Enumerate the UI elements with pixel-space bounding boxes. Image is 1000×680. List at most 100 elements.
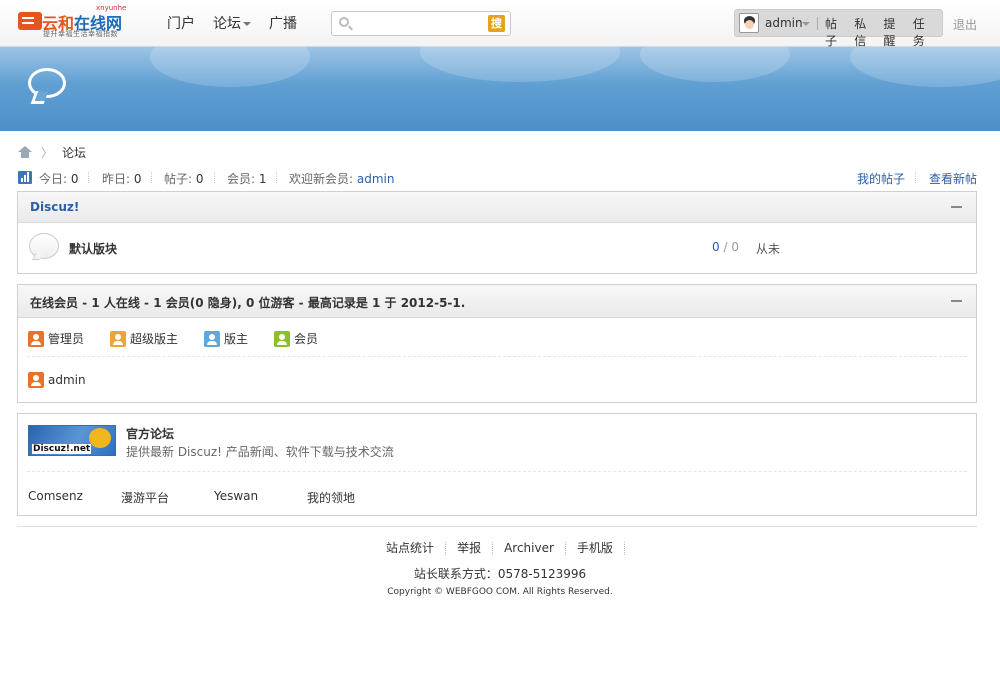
online-members-box: 在线会员 - 1 人在线 - 1 会员(0 隐身), 0 位游客 - 最高记录是… <box>17 284 977 403</box>
footer-link-archiver[interactable]: Archiver <box>504 541 554 555</box>
legend-member: 会员 <box>274 330 318 347</box>
legend-moderator-label: 版主 <box>224 332 249 346</box>
collapse-icon[interactable] <box>951 300 962 302</box>
link-comsenz[interactable]: Comsenz <box>28 489 83 503</box>
stat-today-value: 0 <box>70 172 79 186</box>
user-icon <box>28 330 44 347</box>
forum-category-box: Discuz! 默认版块 0 / 0 从未 <box>17 191 977 274</box>
avatar[interactable] <box>739 13 759 33</box>
main-nav: 门户 论坛 广播 <box>160 0 308 47</box>
logo-mark-icon <box>18 12 42 30</box>
footer-link-item-stats: 站点统计 <box>375 541 447 555</box>
divider <box>88 172 89 183</box>
legend-member-label: 会员 <box>294 332 319 346</box>
online-title[interactable]: 在线会员 - 1 人在线 - 1 会员(0 隐身), 0 位游客 - 最高记录是… <box>30 294 465 311</box>
legend-super-moderator-label: 超级版主 <box>130 332 179 346</box>
user-group-legend: 管理员 超级版主 版主 会员 <box>27 318 967 357</box>
nav-item-forum[interactable]: 论坛 <box>206 0 258 47</box>
link-list: Comsenz 漫游平台 Yeswan 我的领地 <box>27 472 967 515</box>
footer-link-stats[interactable]: 站点统计 <box>386 541 434 555</box>
link-my-territory[interactable]: 我的领地 <box>307 489 355 506</box>
chevron-down-icon <box>243 22 251 26</box>
stat-today: 今日: 0 <box>39 170 79 187</box>
stat-newest-label: 欢迎新会员: <box>289 172 357 186</box>
divider <box>915 172 916 183</box>
user-link-posts[interactable]: 帖子 <box>825 15 848 49</box>
nav-item-forum-label: 论坛 <box>213 16 241 32</box>
nav-item-portal[interactable]: 门户 <box>160 0 202 47</box>
my-posts-link[interactable]: 我的帖子 <box>857 170 905 187</box>
user-link-messages[interactable]: 私信 <box>854 15 877 49</box>
search-input[interactable] <box>356 15 481 32</box>
legend-super-moderator: 超级版主 <box>110 330 178 347</box>
logo-sun-icon <box>89 428 111 448</box>
footer-link-item-archiver: Archiver <box>493 542 566 555</box>
logo-slogan: 提升幸福生活幸福指数 <box>43 30 118 38</box>
breadcrumb: 〉 论坛 <box>18 144 86 160</box>
header-banner <box>0 47 1000 131</box>
category-header: Discuz! <box>18 192 976 223</box>
breadcrumb-current[interactable]: 论坛 <box>62 144 86 161</box>
user-link-tasks[interactable]: 任务 <box>913 15 936 49</box>
legend-moderator: 版主 <box>204 330 248 347</box>
divider <box>276 172 277 183</box>
user-links: 帖子 私信 提醒 任务 <box>825 15 942 49</box>
nav-item-broadcast[interactable]: 广播 <box>262 0 304 47</box>
online-user[interactable]: admin <box>28 372 86 388</box>
stat-posts-label: 帖子: <box>164 172 196 186</box>
banner-cloud <box>640 47 790 82</box>
online-header: 在线会员 - 1 人在线 - 1 会员(0 隐身), 0 位游客 - 最高记录是… <box>18 285 976 318</box>
forum-last-post: 从未 <box>756 242 781 256</box>
featured-link-title[interactable]: 官方论坛 <box>126 425 174 442</box>
footer-links: 站点统计 举报 Archiver 手机版 <box>0 541 1000 555</box>
forum-post-count: 0 <box>731 240 739 254</box>
featured-link: Discuz!.net 官方论坛 提供最新 Discuz! 产品新闻、软件下载与… <box>27 414 967 472</box>
forum-name-link[interactable]: 默认版块 <box>69 240 117 257</box>
banner-cloud <box>420 47 620 82</box>
chevron-down-icon[interactable] <box>802 22 810 26</box>
link-manyou[interactable]: 漫游平台 <box>121 489 169 506</box>
discuz-logo-image[interactable]: Discuz!.net <box>28 425 116 456</box>
stat-yesterday-value: 0 <box>133 172 142 186</box>
footer-link-item-mobile: 手机版 <box>566 542 625 555</box>
top-navigation-bar: 云和在线网 xnyunhe 提升幸福生活幸福指数 门户 论坛 广播 搜 admi… <box>0 0 1000 48</box>
footer-link-mobile[interactable]: 手机版 <box>577 541 613 555</box>
footer-divider <box>17 526 977 527</box>
stat-posts: 帖子: 0 <box>164 170 204 187</box>
user-icon <box>274 330 290 347</box>
user-icon <box>204 330 220 347</box>
divider <box>151 172 152 183</box>
collapse-icon[interactable] <box>951 206 962 208</box>
nav-item-portal-label: 门户 <box>167 16 195 32</box>
divider <box>817 17 818 30</box>
search-icon <box>339 17 349 27</box>
newest-member-link[interactable]: admin <box>357 172 395 186</box>
nav-item-broadcast-label: 广播 <box>269 16 297 32</box>
footer-copyright: Copyright © WEBFGOO COM. All Rights Rese… <box>387 587 613 597</box>
stat-members: 会员: 1 <box>227 170 267 187</box>
user-icon <box>110 330 126 347</box>
search-button[interactable]: 搜 <box>488 15 505 32</box>
site-logo[interactable]: 云和在线网 xnyunhe 提升幸福生活幸福指数 <box>18 4 133 38</box>
home-icon[interactable] <box>18 146 32 158</box>
breadcrumb-separator: 〉 <box>41 145 54 160</box>
user-link-notices[interactable]: 提醒 <box>884 15 907 49</box>
online-user-list: admin <box>27 357 967 401</box>
user-menu: admin 帖子 私信 提醒 任务 <box>734 9 943 48</box>
footer-link-report[interactable]: 举报 <box>457 541 481 555</box>
forum-thread-count: 0 <box>712 240 720 254</box>
category-title[interactable]: Discuz! <box>30 200 79 214</box>
stat-members-label: 会员: <box>227 172 259 186</box>
link-yeswan[interactable]: Yeswan <box>214 489 258 503</box>
forum-count-separator: / <box>719 240 732 254</box>
speech-bubble-icon <box>28 68 66 98</box>
logout-link[interactable]: 退出 <box>953 16 977 33</box>
username-link[interactable]: admin <box>765 16 803 30</box>
search-box: 搜 <box>331 11 511 36</box>
footer-link-item-report: 举报 <box>446 541 494 555</box>
banner-cloud <box>850 47 1000 87</box>
stats-chart-icon <box>18 171 32 184</box>
friend-links-box: Discuz!.net 官方论坛 提供最新 Discuz! 产品新闻、软件下载与… <box>17 413 977 516</box>
stat-members-value: 1 <box>258 172 267 186</box>
new-posts-link[interactable]: 查看新帖 <box>929 170 977 187</box>
